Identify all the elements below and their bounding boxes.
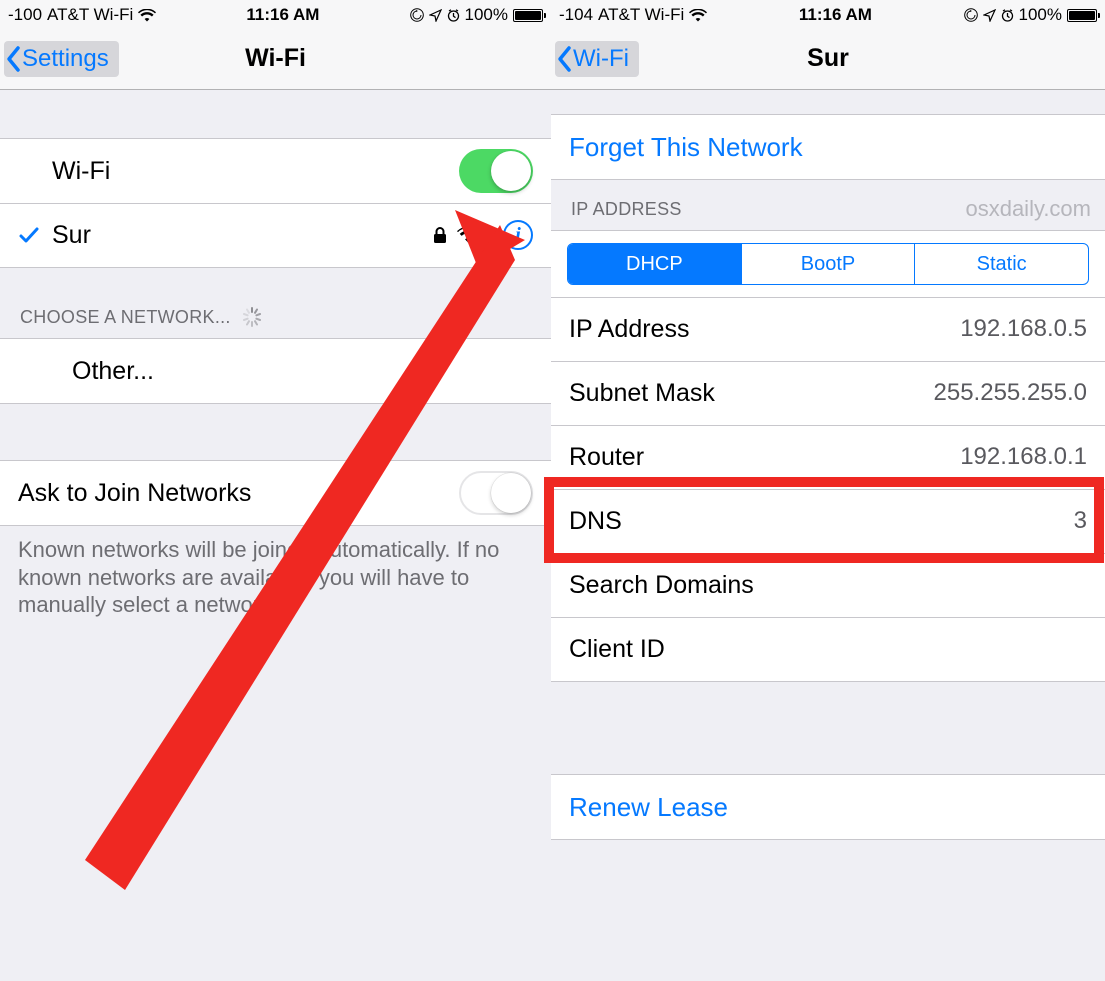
rotation-lock-icon	[964, 8, 978, 22]
ask-to-join-row: Ask to Join Networks	[0, 461, 551, 525]
client-id-label: Client ID	[569, 635, 1087, 664]
subnet-mask-label: Subnet Mask	[569, 379, 934, 408]
other-network-row[interactable]: Other...	[0, 339, 551, 403]
signal-strength: -104	[559, 5, 593, 25]
wifi-settings-screen: -100 AT&T Wi-Fi 11:16 AM 100% Settings W…	[0, 0, 551, 981]
ip-address-row: IP Address 192.168.0.5	[551, 297, 1105, 361]
network-details-screen: -104 AT&T Wi-Fi 11:16 AM 100% Wi-Fi Sur	[551, 0, 1105, 981]
dns-label: DNS	[569, 507, 1074, 536]
search-domains-row[interactable]: Search Domains	[551, 553, 1105, 617]
wifi-icon	[138, 9, 156, 22]
battery-icon	[1067, 9, 1097, 22]
wifi-toggle[interactable]	[459, 149, 533, 193]
lock-icon	[433, 226, 447, 244]
battery-percent: 100%	[1019, 5, 1062, 25]
carrier-name: AT&T Wi-Fi	[598, 5, 684, 25]
battery-percent: 100%	[465, 5, 508, 25]
router-label: Router	[569, 443, 960, 472]
checkmark-icon	[18, 224, 42, 246]
search-domains-label: Search Domains	[569, 571, 1087, 600]
subnet-mask-row: Subnet Mask 255.255.255.0	[551, 361, 1105, 425]
alarm-icon	[447, 9, 460, 22]
ask-to-join-toggle[interactable]	[459, 471, 533, 515]
connected-network-name: Sur	[52, 221, 433, 250]
router-row: Router 192.168.0.1	[551, 425, 1105, 489]
carrier-name: AT&T Wi-Fi	[47, 5, 133, 25]
forget-network-button[interactable]: Forget This Network	[551, 115, 1105, 179]
location-icon	[429, 9, 442, 22]
watermark-text: osxdaily.com	[965, 196, 1091, 222]
location-icon	[983, 9, 996, 22]
dns-row[interactable]: DNS 3	[551, 489, 1105, 553]
clock: 11:16 AM	[156, 5, 409, 25]
other-network-label: Other...	[18, 357, 533, 386]
back-button[interactable]: Wi-Fi	[555, 28, 639, 89]
wifi-toggle-row: Wi-Fi	[0, 139, 551, 203]
ask-to-join-footer: Known networks will be joined automatica…	[0, 526, 551, 619]
ask-to-join-label: Ask to Join Networks	[18, 479, 459, 508]
alarm-icon	[1001, 9, 1014, 22]
choose-network-header: CHOOSE A NETWORK...	[0, 306, 551, 338]
segment-static[interactable]: Static	[914, 244, 1088, 284]
status-bar: -104 AT&T Wi-Fi 11:16 AM 100%	[551, 0, 1105, 28]
back-button[interactable]: Settings	[4, 28, 119, 89]
client-id-row[interactable]: Client ID	[551, 617, 1105, 681]
status-bar: -100 AT&T Wi-Fi 11:16 AM 100%	[0, 0, 551, 28]
dns-value: 3	[1074, 507, 1087, 535]
segment-bootp[interactable]: BootP	[741, 244, 915, 284]
clock: 11:16 AM	[707, 5, 963, 25]
wifi-toggle-label: Wi-Fi	[18, 157, 459, 186]
router-value: 192.168.0.1	[960, 443, 1087, 471]
wifi-icon	[689, 9, 707, 22]
network-info-button[interactable]: i	[503, 220, 533, 250]
wifi-icon	[457, 227, 479, 243]
ip-config-segmented: DHCP BootP Static	[567, 243, 1089, 285]
subnet-mask-value: 255.255.255.0	[934, 379, 1087, 407]
ip-address-value: 192.168.0.5	[960, 315, 1087, 343]
connected-network-row[interactable]: Sur i	[0, 203, 551, 267]
battery-icon	[513, 9, 543, 22]
nav-bar: Settings Wi-Fi	[0, 28, 551, 90]
rotation-lock-icon	[410, 8, 424, 22]
spinner-icon	[241, 306, 263, 328]
chevron-left-icon	[6, 45, 22, 73]
nav-bar: Wi-Fi Sur	[551, 28, 1105, 90]
chevron-left-icon	[557, 45, 573, 73]
signal-strength: -100	[8, 5, 42, 25]
renew-lease-button[interactable]: Renew Lease	[551, 775, 1105, 839]
ip-address-label: IP Address	[569, 315, 960, 344]
segment-dhcp[interactable]: DHCP	[568, 244, 741, 284]
